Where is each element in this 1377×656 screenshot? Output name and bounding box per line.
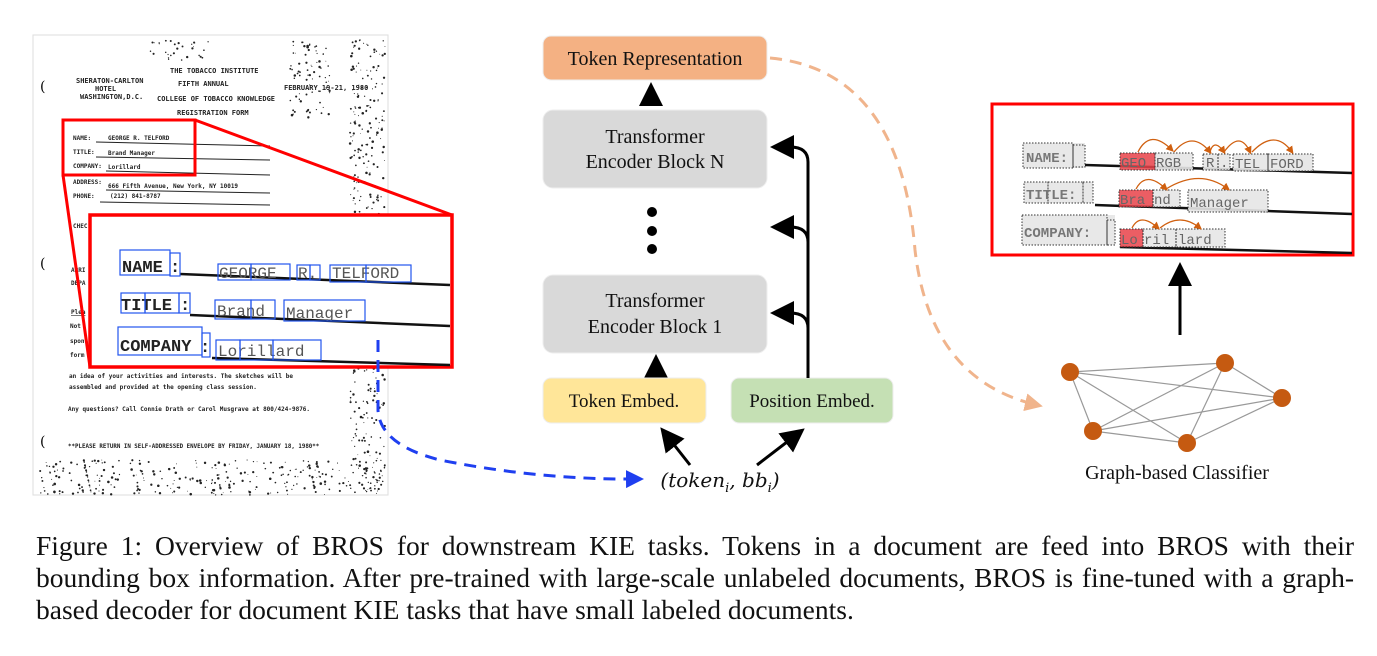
doc-fragment: form: [70, 352, 85, 359]
token-embed-label: Token Embed.: [569, 391, 680, 412]
graph-edge: [1069, 371, 1094, 432]
encoder-n-line1: Transformer: [605, 126, 705, 148]
inset-label: :: [170, 259, 180, 278]
doc-hotel-1: SHERATON-CARLTON: [76, 77, 143, 85]
doc-name-value: GEORGE R. TELFORD: [108, 135, 170, 142]
classifier-token: RGB: [1156, 156, 1181, 172]
doc-fragment: spon: [70, 338, 85, 345]
graph-edge: [1186, 397, 1283, 444]
encoder-block-n: [542, 109, 768, 189]
inset-token: Manager: [286, 305, 353, 323]
graph-edge: [1069, 371, 1283, 399]
classifier-row-label: COMPANY:: [1024, 226, 1091, 242]
inset-token: Lorillard: [218, 343, 304, 361]
doc-phone-label: PHONE:: [73, 193, 95, 200]
doc-company-label: COMPANY:: [73, 163, 102, 170]
graph-edge: [1092, 430, 1188, 444]
graph-classifier-label: Graph-based Classifier: [1085, 462, 1269, 484]
doc-date: FEBRUARY 19-21, 1980: [284, 84, 368, 92]
doc-body-line: an idea of your activities and interests…: [69, 373, 293, 380]
model-pipeline: Token Representation Transformer Encoder…: [542, 35, 894, 496]
doc-hotel-2: HOTEL: [95, 85, 116, 93]
graph-node: [1216, 354, 1234, 372]
classifier-output: NAME: TITLE: COMPANY: GEO RGB R . TEL FO…: [990, 102, 1355, 257]
doc-fragment: CHEC: [73, 223, 88, 230]
ellipsis-dot: [647, 207, 657, 217]
classifier-token: nd: [1154, 193, 1171, 209]
inset-token: Brand: [217, 303, 265, 321]
classifier-token: lard: [1178, 233, 1212, 249]
ellipsis-dot: [647, 244, 657, 254]
doc-header-3: COLLEGE OF TOBACCO KNOWLEDGE: [157, 95, 275, 103]
graph-node: [1273, 389, 1291, 407]
graph-edge: [1186, 362, 1226, 444]
classifier-token: R: [1206, 156, 1215, 172]
classifier-token: Manager: [1190, 196, 1249, 212]
graph-node: [1178, 434, 1196, 452]
graph-classifier: [1061, 354, 1291, 452]
punch-hole-icon: (: [40, 434, 45, 450]
classifier-token: ril: [1144, 233, 1169, 249]
doc-fragment: Not: [70, 323, 81, 330]
graph-edge: [1224, 362, 1283, 399]
ellipsis-dot: [647, 226, 657, 236]
encoder-n-line2: Encoder Block N: [586, 151, 725, 173]
doc-title-value: Brand Manager: [108, 150, 155, 157]
doc-phone-value: (212) 841-8787: [110, 193, 161, 200]
doc-fragment: ARRI: [71, 267, 86, 274]
graph-edge: [1092, 362, 1226, 432]
doc-address-value: 666 Fifth Avenue, New York, NY 10019: [108, 183, 238, 190]
classifier-row-label: NAME:: [1026, 151, 1068, 167]
doc-address-label: ADDRESS:: [73, 179, 102, 186]
classifier-token: .: [1220, 156, 1228, 172]
diagram: THE TOBACCO INSTITUTE FIFTH ANNUAL COLLE…: [32, 34, 1355, 496]
doc-title-label: TITLE:: [73, 149, 95, 156]
figure-caption: Figure 1: Overview of BROS for downstrea…: [36, 530, 1354, 625]
classifier-token: Lo: [1121, 233, 1138, 249]
graph-node: [1084, 422, 1102, 440]
doc-header-2: FIFTH ANNUAL: [178, 80, 229, 88]
doc-body-line: Any questions? Call Connie Drath or Caro…: [68, 406, 310, 413]
classifier-token: Bra: [1120, 193, 1145, 209]
encoder-1-line2: Encoder Block 1: [588, 316, 722, 338]
classifier-token: GEO: [1121, 156, 1146, 172]
encoder-block-1: [542, 274, 768, 354]
punch-hole-icon: (: [40, 79, 45, 95]
doc-name-label: NAME:: [73, 135, 91, 142]
position-embed-label: Position Embed.: [749, 391, 875, 412]
token-representation-label: Token Representation: [568, 48, 743, 70]
doc-body-line: assembled and provided at the opening cl…: [69, 384, 257, 391]
doc-company-value: Lorillard: [108, 164, 141, 171]
punch-hole-icon: (: [40, 256, 45, 272]
input-tuple: (tokeni, bbi): [660, 468, 779, 496]
doc-hotel-3: WASHINGTON,D.C.: [80, 93, 143, 101]
graph-edge: [1069, 362, 1226, 373]
doc-header-1: THE TOBACCO INSTITUTE: [170, 67, 259, 75]
figure: THE TOBACCO INSTITUTE FIFTH ANNUAL COLLE…: [0, 0, 1377, 656]
classifier-token: TEL: [1235, 157, 1260, 173]
inset-label: COMPANY: [120, 338, 192, 357]
classifier-token: FORD: [1270, 157, 1304, 173]
doc-body-line: **PLEASE RETURN IN SELF-ADDRESSED ENVELO…: [68, 444, 320, 450]
encoder-1-line1: Transformer: [605, 290, 705, 312]
doc-header-4: REGISTRATION FORM: [177, 109, 249, 117]
classifier-row-label: TITLE:: [1026, 188, 1076, 204]
graph-node: [1061, 363, 1079, 381]
